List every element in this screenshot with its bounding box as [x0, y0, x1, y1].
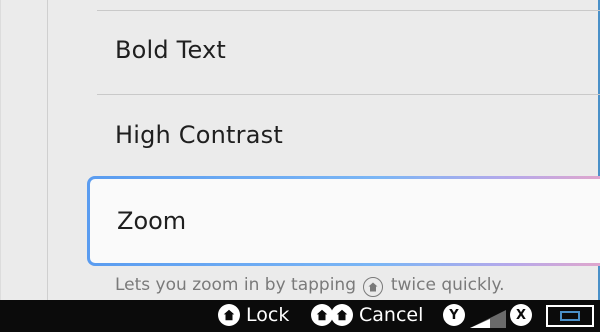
signal-icon	[470, 310, 506, 328]
left-rail-divider	[47, 0, 48, 300]
settings-item-bold-text[interactable]: Bold Text	[115, 36, 226, 64]
home-icon	[311, 304, 333, 326]
settings-item-zoom[interactable]: Zoom	[87, 176, 600, 266]
zoom-description: Lets you zoom in by tapping twice quickl…	[115, 275, 505, 297]
lock-label: Lock	[246, 304, 290, 326]
lock-hint[interactable]: Lock	[218, 304, 289, 326]
x-button-label: X	[510, 304, 532, 326]
x-button-icon[interactable]: X	[510, 304, 532, 326]
settings-screen: Bold Text High Contrast Zoom Lets you zo…	[0, 0, 600, 300]
battery-level	[560, 311, 580, 321]
bottom-hint-bar: Lock Cancel Y X	[0, 300, 600, 332]
home-icon	[331, 304, 353, 326]
settings-item-high-contrast[interactable]: High Contrast	[115, 121, 283, 149]
zoom-description-text: Lets you zoom in by tapping	[115, 275, 356, 295]
home-icon	[363, 277, 384, 297]
zoom-description-text-end: twice quickly.	[390, 275, 505, 295]
divider	[97, 94, 600, 95]
y-button-label: Y	[443, 304, 465, 326]
cancel-hint[interactable]: Cancel	[311, 304, 423, 326]
divider	[97, 10, 600, 11]
battery-icon	[546, 305, 594, 327]
settings-item-zoom-label: Zoom	[117, 207, 187, 235]
cancel-label: Cancel	[359, 304, 424, 326]
y-button-icon[interactable]: Y	[443, 304, 465, 326]
home-icon	[218, 304, 240, 326]
